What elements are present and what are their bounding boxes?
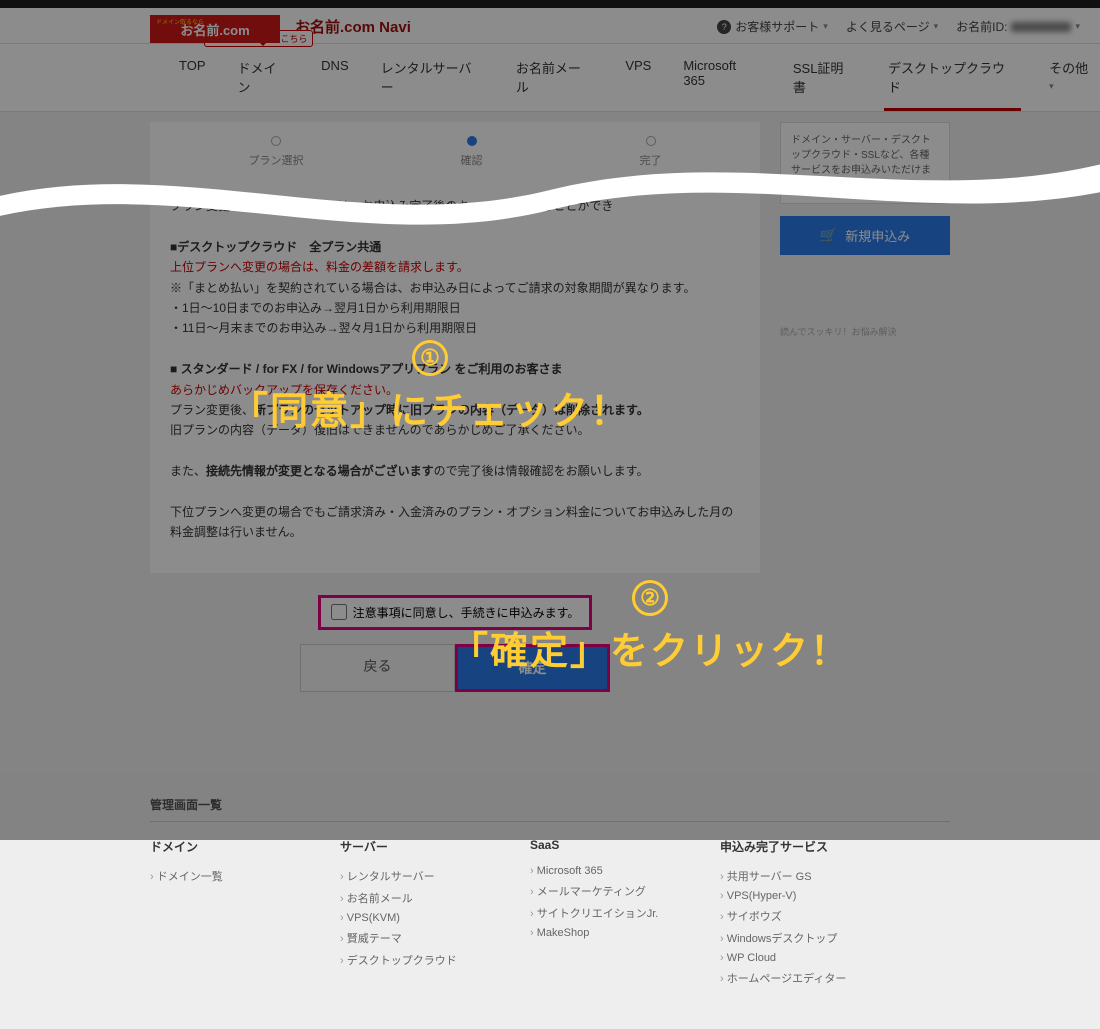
footer-link[interactable]: WP Cloud <box>720 949 870 967</box>
footer-link[interactable]: サイボウズ <box>720 905 870 927</box>
support-link[interactable]: ?お客様サポート▾ <box>717 18 828 35</box>
nav-ms365[interactable]: Microsoft 365 <box>679 52 765 111</box>
frequent-pages-link[interactable]: よく見るページ▾ <box>846 18 938 35</box>
notice-card: プラン変更手続きにつきましては、お申込み完了後のキャンセルは承ることができ ■デ… <box>150 178 760 573</box>
side-note: 読んでスッキリ！お悩み解決 <box>780 325 950 338</box>
nav-vps[interactable]: VPS <box>621 52 655 111</box>
user-id-display: お名前ID:▾ <box>956 18 1080 35</box>
agree-checkbox[interactable] <box>331 604 347 620</box>
nav-dns[interactable]: DNS <box>317 52 352 111</box>
footer-link[interactable]: メールマーケティング <box>530 880 680 902</box>
footer-col-saas: SaaS Microsoft 365 メールマーケティング サイトクリエイション… <box>530 838 680 989</box>
footer-link[interactable]: 賢威テーマ <box>340 927 490 949</box>
side-info-box: ドメイン・サーバー・デスクトップクラウド・SSLなど、各種サービスをお申込みいた… <box>780 122 950 204</box>
nav-mail[interactable]: お名前メール <box>512 52 598 111</box>
footer-link[interactable]: デスクトップクラウド <box>340 949 490 971</box>
help-icon: ? <box>717 20 731 34</box>
footer-link[interactable]: ホームページエディター <box>720 967 870 989</box>
footer-link[interactable]: MakeShop <box>530 924 680 942</box>
nav-ssl[interactable]: SSL証明書 <box>789 52 860 111</box>
nav-other[interactable]: その他 ▾ <box>1045 52 1100 111</box>
nav-desktop-cloud[interactable]: デスクトップクラウド <box>884 52 1021 111</box>
footer-link[interactable]: VPS(KVM) <box>340 909 490 927</box>
chevron-down-icon: ▾ <box>1075 21 1080 32</box>
step-plan-select: プラン選択 <box>249 136 304 168</box>
progress-stepper: プラン選択 確認 完了 <box>150 122 760 178</box>
footer-link[interactable]: 共用サーバー GS <box>720 865 870 887</box>
button-row: 戻る 確定 <box>150 644 760 692</box>
back-button[interactable]: 戻る <box>300 644 455 692</box>
footer-col-domain: ドメイン ドメイン一覧 <box>150 838 300 989</box>
footer-link[interactable]: ドメイン一覧 <box>150 865 300 887</box>
chevron-down-icon: ▾ <box>934 21 939 32</box>
footer-link[interactable]: VPS(Hyper-V) <box>720 887 870 905</box>
footer-col-completed: 申込み完了サービス 共用サーバー GS VPS(Hyper-V) サイボウズ W… <box>720 838 870 989</box>
nav-rental-server[interactable]: レンタルサーバー <box>377 52 488 111</box>
cart-icon: 🛒 <box>820 227 837 244</box>
nav-top[interactable]: TOP <box>175 52 210 111</box>
agree-label: 注意事項に同意し、手続きに申込みます。 <box>353 604 580 621</box>
footer: 管理画面一覧 ドメイン ドメイン一覧 サーバー レンタルサーバー お名前メール … <box>0 772 1100 1029</box>
nav-domain[interactable]: ドメインの設定はこちら ドメイン <box>234 52 294 111</box>
chevron-down-icon: ▾ <box>1049 81 1054 91</box>
step-complete: 完了 <box>640 136 662 168</box>
step-confirm: 確認 <box>461 136 483 168</box>
footer-link[interactable]: お名前メール <box>340 887 490 909</box>
footer-col-server: サーバー レンタルサーバー お名前メール VPS(KVM) 賢威テーマ デスクト… <box>340 838 490 989</box>
footer-link[interactable]: サイトクリエイションJr. <box>530 902 680 924</box>
footer-title: 管理画面一覧 <box>150 796 950 822</box>
site-logo[interactable]: ドメイン取るなら お名前.com <box>150 15 280 43</box>
confirm-button[interactable]: 確定 <box>455 644 610 692</box>
footer-link[interactable]: レンタルサーバー <box>340 865 490 887</box>
footer-link[interactable]: Microsoft 365 <box>530 862 680 880</box>
footer-link[interactable]: Windowsデスクトップ <box>720 927 870 949</box>
new-apply-button[interactable]: 🛒 新規申込み <box>780 216 950 255</box>
chevron-down-icon: ▾ <box>823 21 828 32</box>
agree-checkbox-row[interactable]: 注意事項に同意し、手続きに申込みます。 <box>318 595 593 630</box>
main-nav: TOP ドメインの設定はこちら ドメイン DNS レンタルサーバー お名前メール… <box>0 44 1100 112</box>
